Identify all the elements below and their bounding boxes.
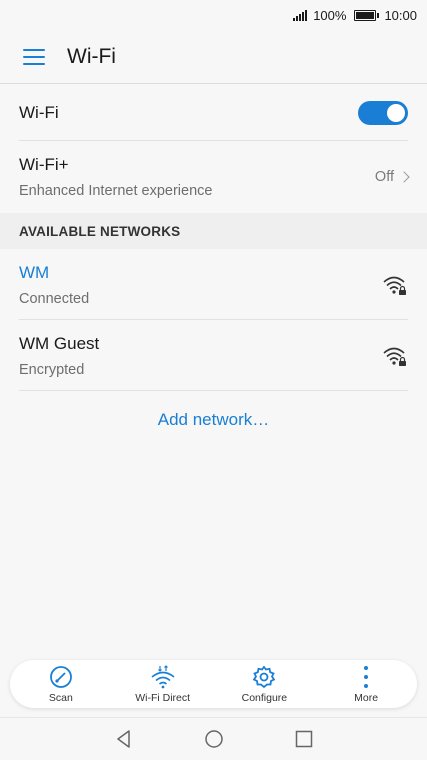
toggle-knob	[387, 104, 405, 122]
wifi-direct-button[interactable]: Wi-Fi Direct	[118, 664, 208, 704]
back-icon[interactable]	[114, 729, 134, 749]
wifi-locked-icon	[383, 276, 406, 295]
configure-label: Configure	[241, 691, 288, 704]
available-networks-header: AVAILABLE NETWORKS	[0, 213, 427, 249]
chevron-right-icon	[398, 171, 410, 183]
gear-icon	[253, 665, 276, 688]
signal-icon	[293, 9, 308, 21]
wifi-locked-icon	[383, 347, 406, 366]
scan-icon	[49, 665, 72, 688]
bottom-toolbar: Scan Wi-Fi Direct Configure More	[10, 660, 417, 708]
network-status: Connected	[19, 290, 90, 307]
wifi-direct-label: Wi-Fi Direct	[135, 691, 191, 704]
wifi-direct-icon	[151, 664, 175, 688]
recents-icon[interactable]	[294, 729, 314, 749]
scan-label: Scan	[48, 691, 73, 704]
more-button[interactable]: More	[321, 665, 411, 704]
wifi-plus-value: Off	[374, 169, 394, 185]
add-network-link[interactable]: Add network…	[0, 410, 427, 430]
network-status: Encrypted	[19, 361, 85, 378]
wifi-toggle-label: Wi-Fi	[19, 103, 59, 122]
more-label: More	[354, 691, 379, 704]
wifi-plus-label: Wi-Fi+	[19, 155, 69, 174]
screen: 100% 10:00 Wi-Fi Wi-Fi Wi-Fi+ Enhanced I…	[0, 0, 427, 760]
divider	[19, 390, 408, 391]
page-title: Wi-Fi	[67, 44, 116, 68]
wifi-plus-description: Enhanced Internet experience	[19, 183, 213, 199]
wifi-toggle-switch[interactable]	[358, 101, 408, 125]
wifi-plus-row[interactable]: Wi-Fi+ Enhanced Internet experience Off	[0, 141, 427, 213]
menu-icon[interactable]	[23, 48, 45, 65]
battery-icon	[354, 9, 380, 21]
network-item-wm[interactable]: WM Connected	[0, 249, 427, 320]
configure-button[interactable]: Configure	[219, 665, 309, 704]
home-icon[interactable]	[204, 729, 224, 749]
network-name: WM Guest	[19, 333, 100, 353]
more-vertical-icon	[364, 665, 369, 688]
status-bar: 100% 10:00	[0, 0, 427, 30]
app-bar: Wi-Fi	[0, 30, 427, 84]
wifi-toggle-row[interactable]: Wi-Fi	[0, 85, 427, 141]
battery-percent: 100%	[313, 7, 347, 23]
scan-button[interactable]: Scan	[16, 665, 106, 704]
navigation-bar	[0, 717, 427, 760]
clock: 10:00	[384, 7, 417, 23]
network-name: WM	[19, 262, 50, 282]
network-item-wm-guest[interactable]: WM Guest Encrypted	[0, 320, 427, 391]
